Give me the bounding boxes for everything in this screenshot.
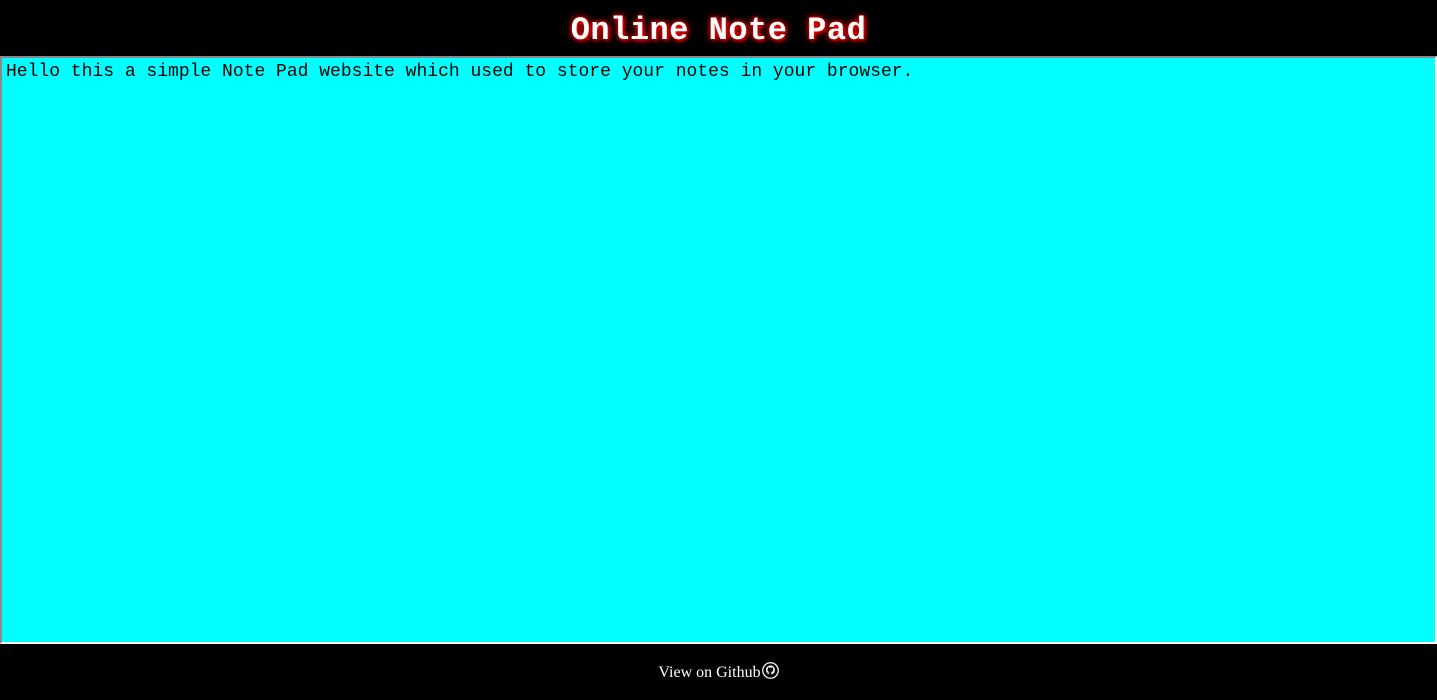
github-link[interactable]: View on Github bbox=[658, 661, 779, 682]
github-icon bbox=[761, 661, 779, 679]
page-footer: View on Github bbox=[0, 644, 1437, 700]
github-link-label: View on Github bbox=[658, 664, 761, 681]
page-title: Online Note Pad bbox=[570, 11, 867, 49]
note-textarea[interactable]: Hello this a simple Note Pad website whi… bbox=[0, 56, 1437, 644]
page-header: Online Note Pad bbox=[0, 0, 1437, 56]
